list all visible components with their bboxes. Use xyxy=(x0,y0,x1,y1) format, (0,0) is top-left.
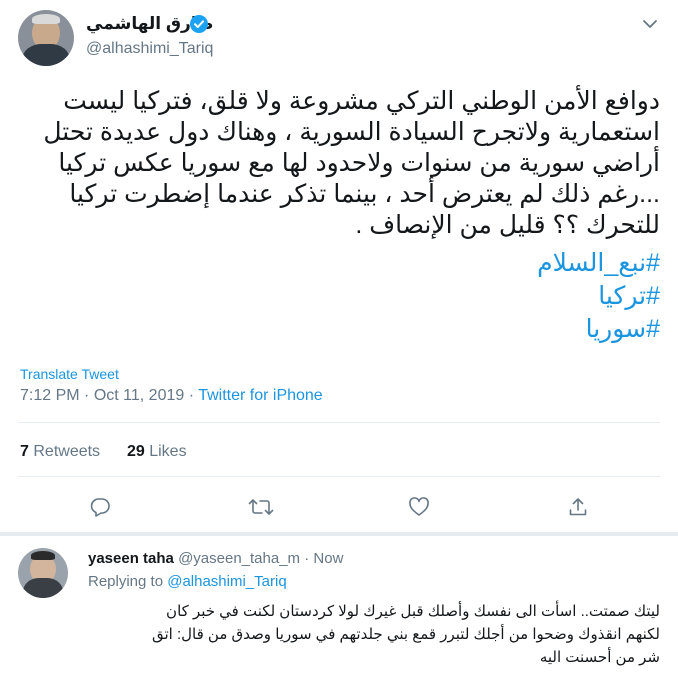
author-handle[interactable]: @alhashimi_Tariq xyxy=(86,40,213,58)
tweet-source-link[interactable]: Twitter for iPhone xyxy=(198,387,323,404)
tweet-text: دوافع الأمن الوطني التركي مشروعة ولا قلق… xyxy=(10,86,660,241)
likes-label: Likes xyxy=(149,443,187,460)
divider xyxy=(18,476,660,477)
author-avatar[interactable] xyxy=(18,10,74,66)
reply-icon[interactable] xyxy=(89,496,111,518)
like-icon[interactable] xyxy=(408,496,430,518)
tweet-text-line: استعمارية ولاتجرح السيادة السورية ، وهنا… xyxy=(43,118,660,146)
likes-stat[interactable]: 29 Likes xyxy=(127,443,187,460)
reply-time[interactable]: Now xyxy=(313,550,343,567)
replying-to: Replying to @alhashimi_Tariq xyxy=(88,573,287,590)
reply-text-line: لكنهم انقذوك وضحوا من أجلك لتبرر قمع بني… xyxy=(151,626,660,643)
divider xyxy=(18,422,660,423)
retweets-stat[interactable]: 7 Retweets xyxy=(20,443,105,460)
share-icon[interactable] xyxy=(567,496,589,518)
likes-count: 29 xyxy=(126,443,145,460)
tweet-stats: 7 Retweets 29 Likes xyxy=(20,443,187,461)
hashtag-link[interactable]: #نبع_السلام xyxy=(537,248,660,279)
tweet-timestamp: 7:12 PM · Oct 11, 2019 · Twitter for iPh… xyxy=(20,387,323,405)
meta-separator: · xyxy=(84,387,90,404)
retweets-count: 7 xyxy=(20,443,29,460)
retweet-icon[interactable] xyxy=(248,496,274,518)
reply-text-line: شر من أحسنت اليه xyxy=(539,649,660,666)
tweet-text-line: للتحرك ؟؟ قليل من الإنصاف . xyxy=(355,211,660,239)
replying-to-prefix: Replying to xyxy=(88,573,164,590)
hashtag-link[interactable]: #سوريا xyxy=(586,314,660,345)
reply-author-avatar[interactable] xyxy=(18,548,68,598)
reply-text-line: ليتك صمتت.. اسأت الى نفسك وأصلك قبل غيرك… xyxy=(166,603,660,620)
reply-header: yaseen taha @yaseen_taha_m · Now xyxy=(88,550,343,567)
tweet-text-line: أراضي سورية من سنوات ولاحدود لها مع سوري… xyxy=(58,149,660,177)
reply-text: ليتك صمتت.. اسأت الى نفسك وأصلك قبل غيرك… xyxy=(60,600,660,669)
meta-separator: · xyxy=(304,550,310,567)
reply-author-name[interactable]: yaseen taha xyxy=(88,550,174,567)
chevron-down-icon[interactable] xyxy=(640,14,660,34)
replying-to-handle-link[interactable]: @alhashimi_Tariq xyxy=(167,573,286,590)
meta-separator: · xyxy=(188,387,195,404)
hashtag-link[interactable]: #تركيا xyxy=(598,281,660,312)
reply-author-handle[interactable]: @yaseen_taha_m xyxy=(178,550,300,567)
verified-icon xyxy=(190,15,208,33)
translate-tweet-link[interactable]: Translate Tweet xyxy=(20,366,119,382)
section-separator xyxy=(0,532,678,536)
tweet-time[interactable]: 7:12 PM xyxy=(20,387,80,404)
tweet-date[interactable]: Oct 11, 2019 xyxy=(94,387,184,404)
tweet-text-line: دوافع الأمن الوطني التركي مشروعة ولا قلق… xyxy=(63,87,660,115)
retweets-label: Retweets xyxy=(33,443,101,460)
tweet-text-line: ...رغم ذلك لم يعترض أحد ، بينما تذكر عند… xyxy=(69,180,660,208)
